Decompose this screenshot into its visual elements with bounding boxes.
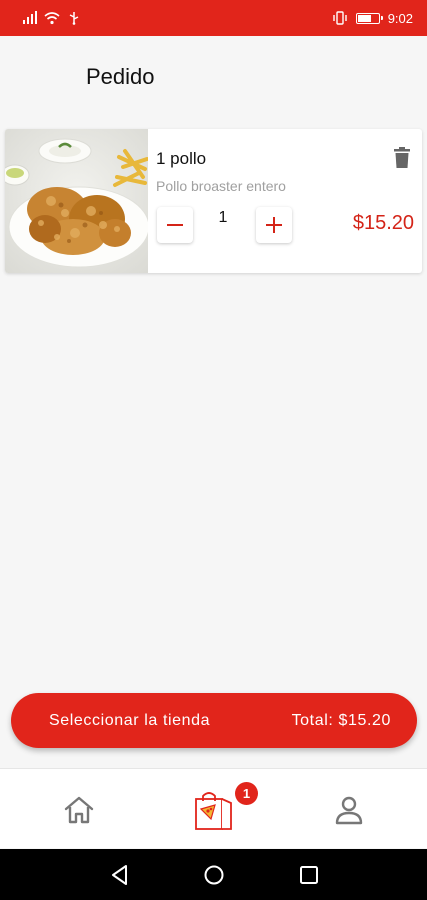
decrease-quantity-button[interactable]: [157, 207, 193, 243]
battery-icon: [355, 12, 383, 24]
status-right-icons: 9:02: [332, 11, 413, 26]
quantity-value: 1: [218, 209, 228, 226]
home-circle-icon[interactable]: [202, 863, 226, 887]
signal-icon: [23, 11, 37, 24]
back-icon[interactable]: [108, 863, 132, 887]
order-total: Total: $15.20: [291, 711, 391, 729]
wifi-icon: [44, 12, 60, 25]
vibrate-icon: [332, 11, 347, 25]
recent-apps-icon[interactable]: [297, 863, 321, 887]
minus-icon: [167, 224, 183, 226]
status-bar: 9:02: [0, 0, 427, 36]
trash-icon[interactable]: [392, 147, 412, 169]
shopping-bag-icon[interactable]: [193, 789, 235, 831]
page-title: Pedido: [86, 64, 155, 89]
plus-icon: [266, 217, 282, 233]
product-image: [5, 129, 148, 273]
cart-count-badge: 1: [235, 782, 258, 805]
home-icon[interactable]: [62, 793, 96, 827]
cart-item-card: 1 pollo Pollo broaster entero 1 $15.20: [5, 129, 422, 273]
status-left-icons: [22, 11, 82, 25]
status-time: 9:02: [387, 10, 413, 26]
user-icon[interactable]: [332, 793, 366, 827]
product-name: 1 pollo: [156, 149, 207, 168]
increase-quantity-button[interactable]: [256, 207, 292, 243]
select-store-label: Seleccionar la tienda: [49, 711, 211, 729]
bottom-navigation: 1: [0, 768, 427, 848]
system-navigation-bar: [0, 849, 427, 900]
product-description: Pollo broaster entero: [156, 178, 286, 194]
select-store-button[interactable]: Seleccionar la tienda Total: $15.20: [11, 693, 417, 748]
item-price: $15.20: [352, 212, 414, 234]
usb-icon: [69, 12, 79, 25]
